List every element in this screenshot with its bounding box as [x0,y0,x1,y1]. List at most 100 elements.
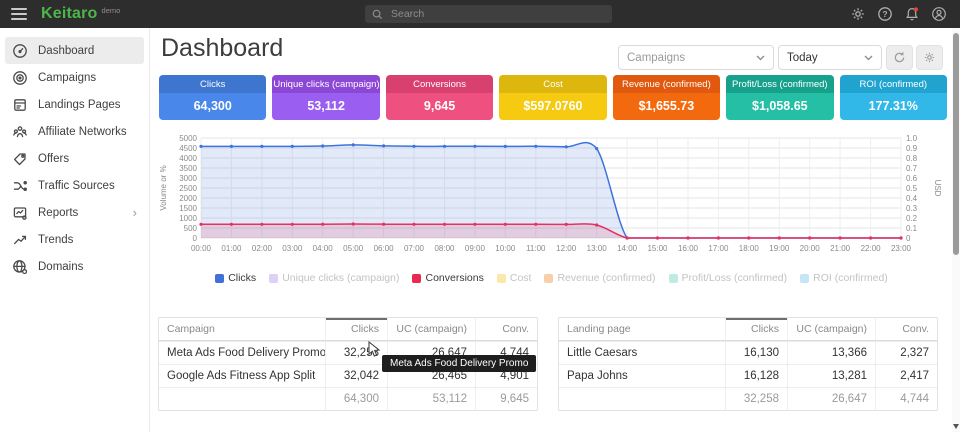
legend-item-roi-confirmed-[interactable]: ROI (confirmed) [800,272,888,284]
legend-item-cost[interactable]: Cost [497,272,532,284]
legend-swatch [497,274,506,283]
svg-text:11:00: 11:00 [526,244,546,253]
notification-dot [914,7,918,11]
svg-text:18:00: 18:00 [739,244,760,253]
svg-text:500: 500 [184,224,198,233]
table-cell: 32,042 [325,365,387,387]
table-cell: 53,112 [387,388,475,410]
account-icon[interactable] [931,6,947,22]
svg-text:13:00: 13:00 [587,244,608,253]
svg-text:0.3: 0.3 [906,204,918,213]
metric-label: Unique clicks (campaign) [272,75,379,93]
svg-text:?: ? [882,9,887,19]
search-icon [372,9,383,20]
sidebar-item-reports[interactable]: Reports› [5,199,144,226]
chart-svg: 0500100015002000250030003500400045005000… [157,132,945,266]
notifications-bell-icon[interactable] [904,6,920,22]
scrollbar-down-arrow[interactable] [953,424,959,429]
sidebar-item-label: Dashboard [38,45,94,57]
chevron-down-icon [864,55,873,61]
svg-text:06:00: 06:00 [374,244,395,253]
table-row[interactable]: Papa Johns16,12813,2812,417 [559,364,937,387]
column-header[interactable]: Campaign [159,323,325,335]
topbar: Keitaro demo ? [0,0,960,28]
legend-swatch [215,274,224,283]
column-header[interactable]: UC (campaign) [387,318,475,340]
legend-item-clicks[interactable]: Clicks [215,272,256,284]
metric-label: Cost [499,75,606,93]
sidebar-item-label: Offers [38,153,69,165]
sidebar-item-campaigns[interactable]: Campaigns [5,64,144,91]
metric-value: $1,655.73 [613,93,720,120]
refresh-button[interactable] [886,45,913,70]
gear-icon [923,51,936,64]
hamburger-menu-icon[interactable] [11,8,27,20]
landings-table: Landing pageClicksUC (campaign)Conv.Litt… [558,317,938,411]
svg-text:09:00: 09:00 [465,244,486,253]
sidebar-item-domains[interactable]: Domains [5,253,144,280]
sidebar-item-landings-pages[interactable]: Landings Pages [5,91,144,118]
column-header[interactable]: Conv. [475,318,537,340]
main-content: Dashboard Campaigns Today Clicks64,300Un… [151,28,952,432]
sidebar-item-trends[interactable]: Trends [5,226,144,253]
trends-icon [12,232,28,248]
sidebar-item-traffic-sources[interactable]: Traffic Sources [5,172,144,199]
legend-label: Revenue (confirmed) [557,272,655,284]
dashboard-settings-button[interactable] [916,45,943,70]
svg-text:4500: 4500 [179,144,197,153]
svg-text:02:00: 02:00 [252,244,273,253]
column-header[interactable]: Landing page [559,323,725,335]
svg-text:1500: 1500 [179,204,197,213]
metric-value: 53,112 [272,93,379,120]
traffic-icon [12,178,28,194]
column-header[interactable]: UC (campaign) [787,318,875,340]
column-header[interactable]: Clicks [725,318,787,340]
table-row[interactable]: Little Caesars16,13013,3662,327 [559,341,937,364]
help-icon[interactable]: ? [877,6,893,22]
metric-label: ROI (confirmed) [840,75,947,93]
series-area-conversions [201,224,901,238]
svg-text:2500: 2500 [179,184,197,193]
y-axis-label-left: Volume or % [159,165,168,210]
svg-text:4000: 4000 [179,154,197,163]
scrollbar-thumb[interactable] [953,33,959,255]
dashboard-icon [12,43,28,59]
table-cell: 13,366 [787,342,875,364]
sidebar-item-offers[interactable]: Offers [5,145,144,172]
y-axis-label-right: USD [933,180,942,197]
sidebar-item-affiliate-networks[interactable]: Affiliate Networks [5,118,144,145]
svg-text:03:00: 03:00 [282,244,303,253]
metric-label: Clicks [159,75,266,93]
sidebar-item-dashboard[interactable]: Dashboard [5,37,144,64]
date-range-select[interactable]: Today [778,45,882,70]
settings-gear-icon[interactable] [850,6,866,22]
svg-text:1.0: 1.0 [906,134,918,143]
table-cell: 16,128 [725,365,787,387]
legend-item-revenue-confirmed-[interactable]: Revenue (confirmed) [544,272,655,284]
metric-label: Revenue (confirmed) [613,75,720,93]
campaigns-filter-select[interactable]: Campaigns [618,45,774,70]
column-header[interactable]: Conv. [875,318,937,340]
table-totals-row: 64,30053,1129,645 [159,387,537,410]
brand-logo: Keitaro [41,5,98,23]
legend-item-conversions[interactable]: Conversions [412,272,483,284]
metric-value: 64,300 [159,93,266,120]
svg-text:0.7: 0.7 [906,164,918,173]
column-header[interactable]: Clicks [325,318,387,340]
search-input[interactable] [389,7,593,21]
svg-text:23:00: 23:00 [891,244,912,253]
svg-text:2000: 2000 [179,194,197,203]
search-box[interactable] [365,5,612,23]
svg-text:22:00: 22:00 [861,244,882,253]
svg-text:10:00: 10:00 [495,244,516,253]
legend-swatch [544,274,553,283]
offers-icon [12,151,28,167]
legend-label: Conversions [425,272,483,284]
table-cell: Papa Johns [559,370,725,382]
legend-item-unique-clicks-campaign-[interactable]: Unique clicks (campaign) [269,272,399,284]
reports-icon [12,205,28,221]
legend-item-profit-loss-confirmed-[interactable]: Profit/Loss (confirmed) [669,272,788,284]
sidebar-item-label: Campaigns [38,72,96,84]
metric-label: Conversions [386,75,493,93]
metric-card-profit-loss-confirmed-: Profit/Loss (confirmed)$1,058.65 [726,75,833,120]
